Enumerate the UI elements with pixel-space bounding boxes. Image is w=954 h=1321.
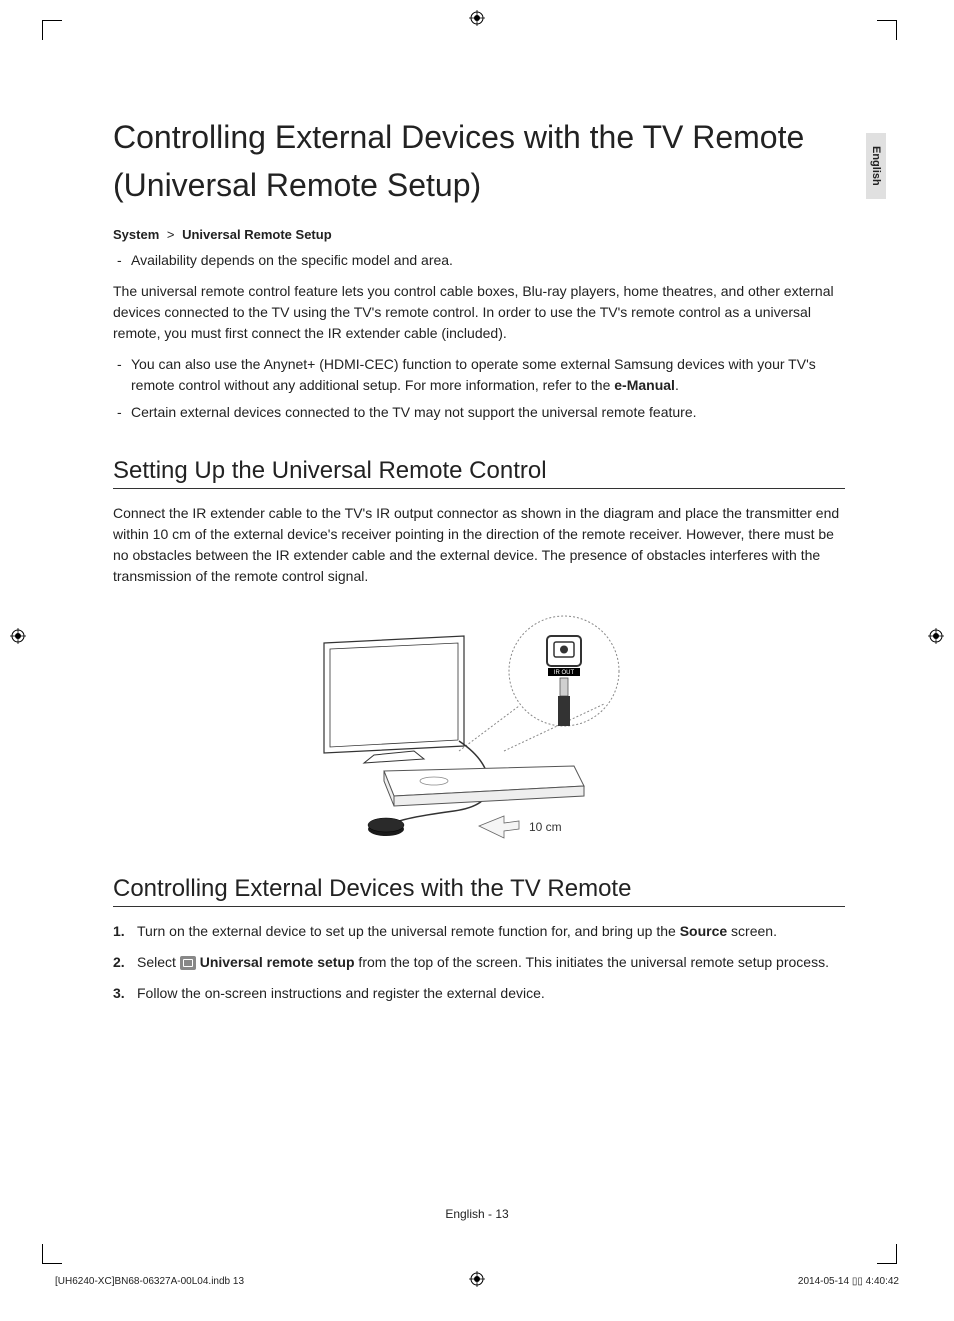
chevron-right-icon: > — [163, 227, 179, 242]
language-tab-label: English — [870, 146, 882, 186]
breadcrumb: System > Universal Remote Setup — [113, 227, 845, 242]
page-title: Controlling External Devices with the TV… — [113, 113, 845, 209]
external-device-icon — [384, 766, 584, 806]
imprint-left: [UH6240-XC]BN68-06327A-00L04.indb 13 — [55, 1276, 244, 1287]
list-item: Certain external devices connected to th… — [113, 402, 845, 423]
paragraph: Connect the IR extender cable to the TV'… — [113, 503, 845, 587]
crop-mark — [42, 20, 62, 40]
paragraph: The universal remote control feature let… — [113, 281, 845, 344]
universal-remote-icon — [180, 956, 196, 970]
page-footer: English - 13 — [0, 1207, 954, 1221]
list: Availability depends on the specific mod… — [113, 250, 845, 271]
registration-mark-icon — [469, 1271, 485, 1287]
list: You can also use the Anynet+ (HDMI-CEC) … — [113, 354, 845, 423]
list-item: Select Universal remote setup from the t… — [113, 952, 845, 973]
jack-plug-icon — [560, 678, 568, 696]
list-item: Turn on the external device to set up th… — [113, 921, 845, 942]
crop-mark — [877, 20, 897, 40]
section-heading: Controlling External Devices with the TV… — [113, 875, 845, 907]
diagram: IR OUT 10 cm — [113, 611, 845, 841]
language-tab: English — [866, 133, 886, 199]
list-item: Follow the on-screen instructions and re… — [113, 983, 845, 1004]
distance-marker-icon — [479, 816, 519, 838]
list-item: You can also use the Anynet+ (HDMI-CEC) … — [113, 354, 845, 396]
svg-text:10 cm: 10 cm — [529, 820, 562, 834]
list-item: Availability depends on the specific mod… — [113, 250, 845, 271]
breadcrumb-part: Universal Remote Setup — [182, 227, 332, 242]
crop-mark — [42, 1244, 62, 1264]
registration-mark-icon — [928, 628, 944, 644]
page-content: Controlling External Devices with the TV… — [113, 113, 845, 1014]
breadcrumb-part: System — [113, 227, 159, 242]
section-heading: Setting Up the Universal Remote Control — [113, 457, 845, 489]
imprint-right: 2014-05-14 ▯▯ 4:40:42 — [798, 1276, 899, 1287]
tv-icon — [324, 636, 464, 763]
crop-mark — [877, 1244, 897, 1264]
ordered-list: Turn on the external device to set up th… — [113, 921, 845, 1004]
svg-text:IR OUT: IR OUT — [554, 670, 575, 676]
registration-mark-icon — [469, 10, 485, 26]
registration-mark-icon — [10, 628, 26, 644]
